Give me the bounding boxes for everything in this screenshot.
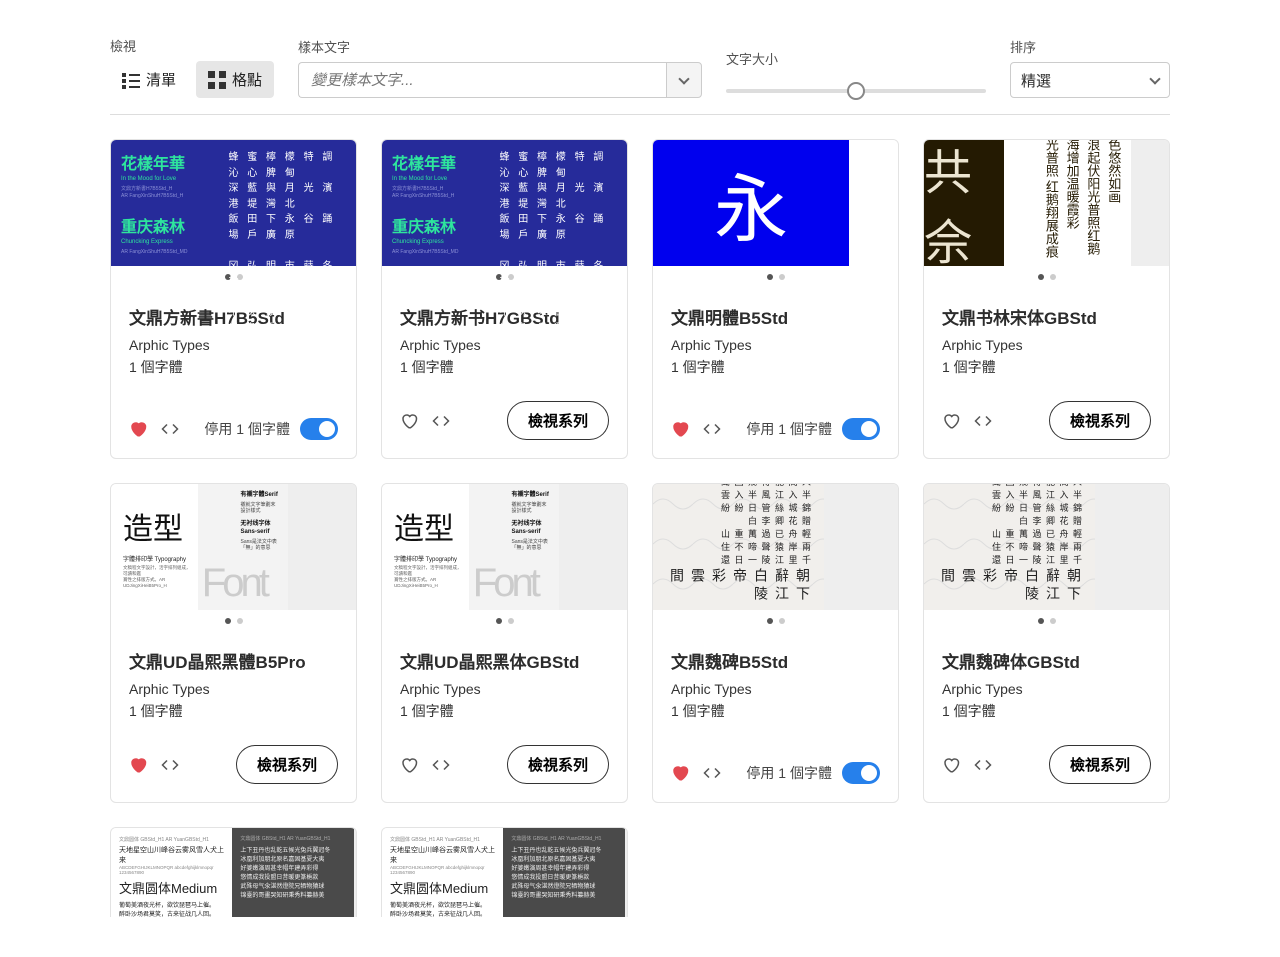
font-count: 1 個字體	[671, 357, 880, 377]
font-foundry: Arphic Types	[400, 681, 609, 697]
font-name: 文鼎魏碑体GBStd	[942, 648, 1151, 673]
font-preview[interactable]: 人間能得幾回聞半入江風半入雲錦城絲管日紛紛贈花卿 李白輕舟已過萬重山兩岸猿聲啼不…	[653, 484, 898, 610]
heart-icon[interactable]	[671, 764, 689, 782]
font-foundry: Arphic Types	[942, 337, 1151, 353]
view-family-button[interactable]: 檢視系列	[507, 401, 609, 440]
font-preview[interactable]: 文鼎圆体 GBStd_H1 AR YuanGBStd_H1 天地星空山川峰谷云雾…	[111, 828, 356, 917]
font-count: 1 個字體	[129, 357, 338, 377]
font-card: 造型 字體排印學 Typography 文稿程文字設計，活字排列組成，可讀和鑑賞…	[110, 483, 357, 803]
code-icon[interactable]	[432, 412, 450, 430]
sample-text-dropdown[interactable]	[666, 62, 702, 98]
activate-toggle[interactable]	[842, 418, 880, 440]
activate-toggle[interactable]	[842, 762, 880, 784]
font-card: 人間能得幾回聞半入江風半入雲錦城絲管日紛紛贈花卿 李白輕舟已過萬重山兩岸猿聲啼不…	[652, 483, 899, 803]
font-preview[interactable]: 花樣年華In the Mood for Love文鼎方新書H7B5Std_HAR…	[111, 140, 356, 266]
font-card: 文鼎圆体 GBStd_H1 AR YuanGBStd_H1 天地星空山川峰谷云雾…	[110, 827, 357, 917]
view-grid-label: 格點	[232, 69, 262, 90]
carousel-dots[interactable]	[924, 266, 1169, 288]
font-foundry: Arphic Types	[942, 681, 1151, 697]
text-size-slider[interactable]	[726, 89, 986, 93]
size-label: 文字大小	[726, 49, 986, 68]
carousel-dots[interactable]	[382, 610, 627, 632]
font-card: 花樣年華In the Mood for Love文鼎方新書H7B5Std_HAR…	[381, 139, 628, 459]
font-grid: 花樣年華In the Mood for Love文鼎方新書H7B5Std_HAR…	[110, 139, 1170, 917]
font-card: 花樣年華In the Mood for Love文鼎方新書H7B5Std_HAR…	[110, 139, 357, 459]
view-list-label: 清單	[146, 69, 176, 90]
chevron-down-icon	[1149, 73, 1160, 84]
font-preview[interactable]: 造型 字體排印學 Typography 文稿程文字設計，活字排列組成，可讀和鑑賞…	[111, 484, 356, 610]
list-icon	[122, 71, 140, 89]
view-family-button[interactable]: 檢視系列	[1049, 401, 1151, 440]
toolbar: 檢視 清單 格點 樣本文字 文字大小	[110, 24, 1170, 115]
heart-icon[interactable]	[129, 756, 147, 774]
view-family-button[interactable]: 檢視系列	[236, 745, 338, 784]
font-card: 永 創世紀不了情傳奇愛永安鷹鼎明逸迪文速金鑽記鴻運蓮 體傾城之戀M あいA は花…	[652, 139, 899, 459]
font-preview[interactable]: 花樣年華In the Mood for Love文鼎方新書H7B5Std_HAR…	[382, 140, 627, 266]
grid-icon	[208, 71, 226, 89]
heart-icon[interactable]	[400, 756, 418, 774]
chevron-down-icon	[678, 73, 689, 84]
font-name: 文鼎书林宋体GBStd	[942, 304, 1151, 329]
font-count: 1 個字體	[942, 357, 1151, 377]
view-grid-button[interactable]: 格點	[196, 61, 274, 98]
sort-value: 精選	[1021, 70, 1051, 91]
font-name: 文鼎明體B5Std	[671, 304, 880, 329]
font-card: 文鼎圆体 GBStd_H1 AR YuanGBStd_H1 天地星空山川峰谷云雾…	[381, 827, 628, 917]
font-name: 文鼎UD晶熙黑体GBStd	[400, 648, 609, 673]
carousel-dots[interactable]	[653, 610, 898, 632]
sort-select[interactable]: 精選	[1010, 62, 1170, 98]
view-family-button[interactable]: 檢視系列	[507, 745, 609, 784]
sample-label: 樣本文字	[298, 37, 702, 56]
view-label: 檢視	[110, 36, 274, 55]
view-family-button[interactable]: 檢視系列	[1049, 745, 1151, 784]
view-list-button[interactable]: 清單	[110, 61, 188, 98]
font-foundry: Arphic Types	[671, 681, 880, 697]
heart-icon[interactable]	[942, 756, 960, 774]
font-foundry: Arphic Types	[671, 337, 880, 353]
font-foundry: Arphic Types	[129, 681, 338, 697]
font-preview[interactable]: 造型 字體排印學 Typography 文稿程文字設計，活字排列組成，可讀和鑑賞…	[382, 484, 627, 610]
activate-toggle[interactable]	[300, 418, 338, 440]
carousel-dots[interactable]	[111, 610, 356, 632]
font-count: 1 個字體	[671, 701, 880, 721]
font-card: 人間能得幾回聞半入江風半入雲錦城絲管日紛紛贈花卿 李白輕舟已過萬重山兩岸猿聲啼不…	[923, 483, 1170, 803]
sort-label: 排序	[1010, 37, 1170, 56]
code-icon[interactable]	[703, 764, 721, 782]
deactivate-label: 停用 1 個字體	[746, 763, 832, 783]
font-count: 1 個字體	[400, 357, 609, 377]
font-preview[interactable]: 人間能得幾回聞半入江風半入雲錦城絲管日紛紛贈花卿 李白輕舟已過萬重山兩岸猿聲啼不…	[924, 484, 1169, 610]
font-count: 1 個字體	[129, 701, 338, 721]
code-icon[interactable]	[974, 756, 992, 774]
carousel-dots[interactable]	[924, 610, 1169, 632]
heart-icon[interactable]	[942, 412, 960, 430]
carousel-dots[interactable]	[653, 266, 898, 288]
code-icon[interactable]	[703, 420, 721, 438]
code-icon[interactable]	[974, 412, 992, 430]
font-count: 1 個字體	[942, 701, 1151, 721]
heart-icon[interactable]	[400, 412, 418, 430]
heart-icon[interactable]	[129, 420, 147, 438]
code-icon[interactable]	[161, 420, 179, 438]
font-name: 文鼎UD晶熙黑體B5Pro	[129, 648, 338, 673]
heart-icon[interactable]	[671, 420, 689, 438]
font-preview[interactable]: 永 創世紀不了情傳奇愛永安鷹鼎明逸迪文速金鑽記鴻運蓮 體傾城之戀M あいA は花…	[653, 140, 898, 266]
font-preview[interactable]: 共 佘景色悠然如画柳浪起伏阳光普照红鹅烟海增加温暖霞彩昭光普照 红鹅翔展成痕	[924, 140, 1169, 266]
font-name: 文鼎魏碑B5Std	[671, 648, 880, 673]
sample-text-input[interactable]	[298, 62, 666, 98]
code-icon[interactable]	[161, 756, 179, 774]
font-preview[interactable]: 文鼎圆体 GBStd_H1 AR YuanGBStd_H1 天地星空山川峰谷云雾…	[382, 828, 627, 917]
font-count: 1 個字體	[400, 701, 609, 721]
deactivate-label: 停用 1 個字體	[204, 419, 290, 439]
font-card: 造型 字體排印學 Typography 文稿程文字設計，活字排列組成，可讀和鑑賞…	[381, 483, 628, 803]
font-card: 共 佘景色悠然如画柳浪起伏阳光普照红鹅烟海增加温暖霞彩昭光普照 红鹅翔展成痕 文…	[923, 139, 1170, 459]
code-icon[interactable]	[432, 756, 450, 774]
deactivate-label: 停用 1 個字體	[746, 419, 832, 439]
